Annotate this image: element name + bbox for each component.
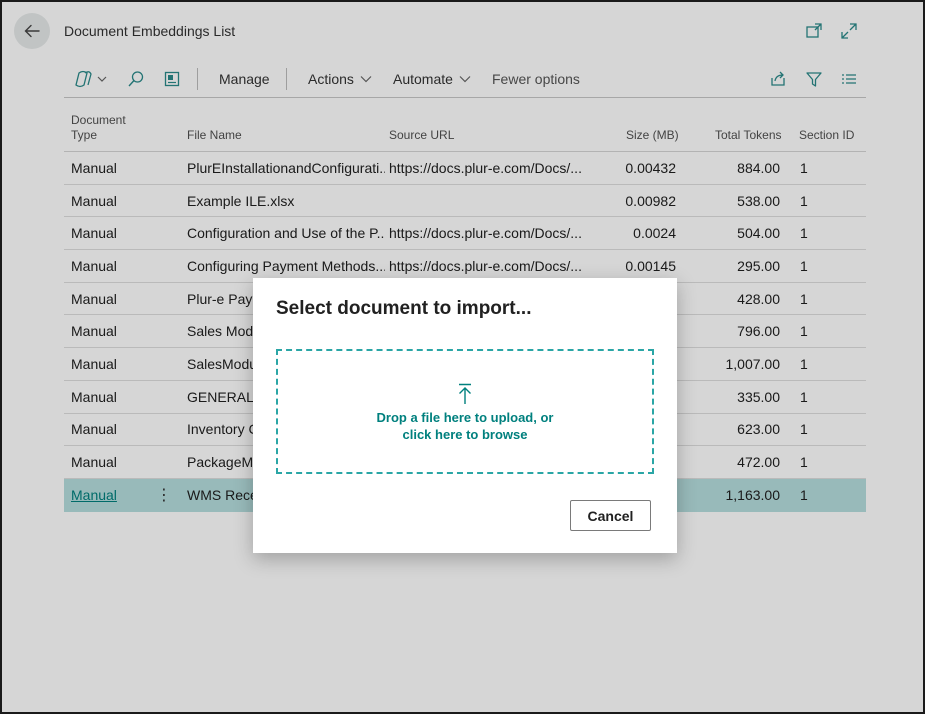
browse-link[interactable]: click here to browse	[403, 426, 528, 443]
import-document-dialog: Select document to import... Drop a file…	[253, 278, 677, 553]
dialog-title: Select document to import...	[276, 298, 532, 319]
cancel-button[interactable]: Cancel	[570, 500, 651, 531]
drop-instruction: Drop a file here to upload, or	[376, 409, 554, 425]
file-drop-zone[interactable]: Drop a file here to upload, or click her…	[276, 349, 654, 474]
upload-arrow-icon	[459, 383, 471, 404]
app-window: Document Embeddings List Manage Actions …	[0, 0, 925, 714]
